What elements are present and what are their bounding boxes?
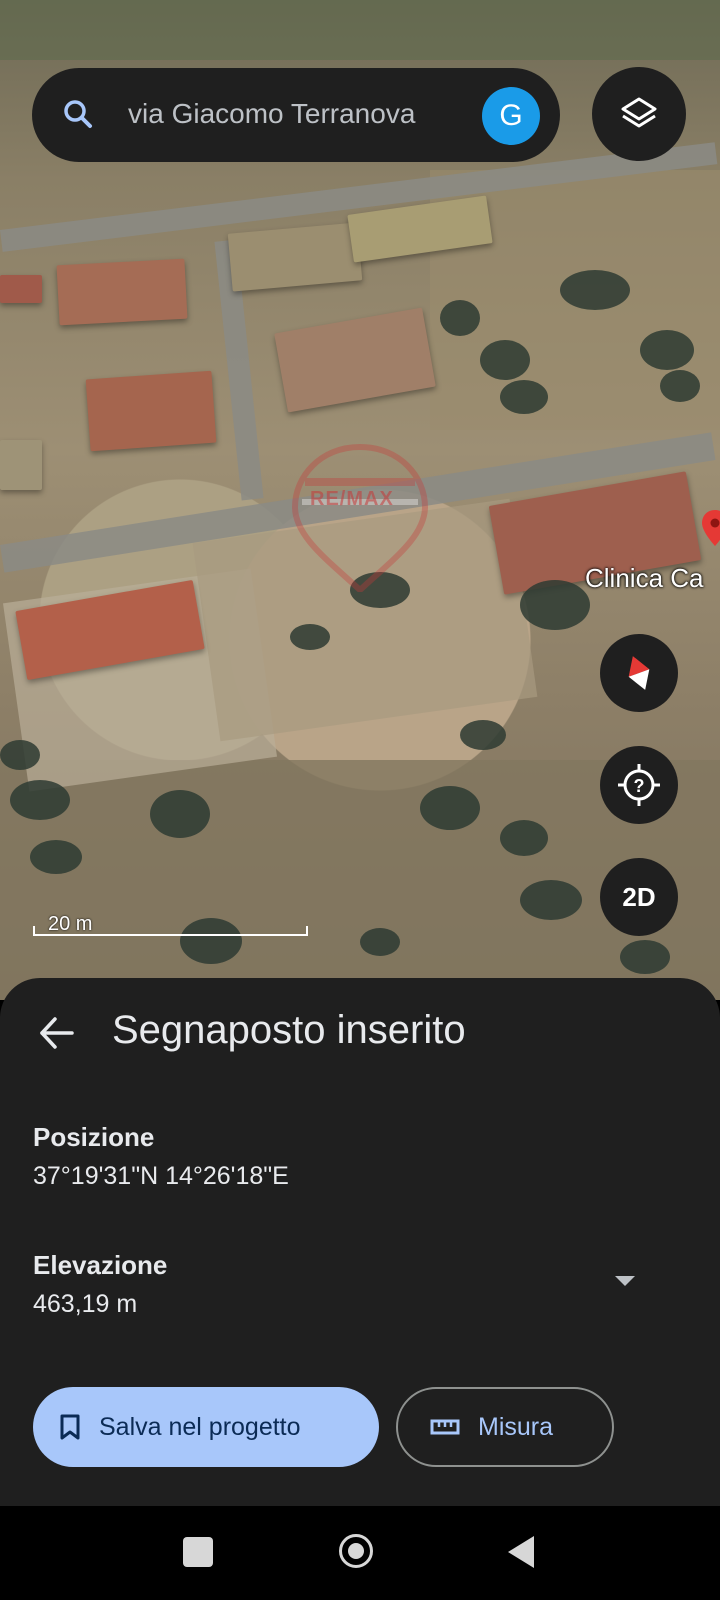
back-arrow-icon[interactable] [38,1014,76,1052]
remax-watermark-text: RE/MAX [310,488,394,510]
bookmark-icon [60,1414,80,1440]
account-avatar[interactable]: G [482,87,540,145]
compass-button[interactable] [600,634,678,712]
map-pin-icon[interactable] [702,510,720,546]
search-icon[interactable] [62,98,94,130]
home-button[interactable] [339,1534,373,1568]
ruler-icon [430,1419,460,1435]
save-to-project-button[interactable]: Salva nel progetto [33,1387,379,1467]
elevation-value: 463,19 m [33,1290,138,1318]
search-input[interactable]: via Giacomo Terranova [128,98,415,130]
elevation-label: Elevazione [33,1250,168,1280]
view-2d-button[interactable]: 2D [600,858,678,936]
sheet-title: Segnaposto inserito [112,1008,466,1052]
place-label[interactable]: Clinica Ca [585,563,704,594]
recents-button[interactable] [183,1537,213,1567]
scale-bar [33,926,308,936]
position-value: 37°19'31"N 14°26'18"E [33,1162,289,1190]
remax-watermark-icon [291,443,429,592]
locate-button[interactable]: ? [600,746,678,824]
locate-help-icon: ? [618,764,660,806]
svg-text:?: ? [634,776,645,796]
back-button[interactable] [508,1536,534,1568]
layers-button[interactable] [592,67,686,161]
expand-caret-icon[interactable] [615,1276,635,1286]
compass-icon [628,656,650,690]
save-to-project-label: Salva nel progetto [99,1412,301,1441]
position-label: Posizione [33,1122,155,1152]
layers-icon [621,97,657,128]
measure-label: Misura [478,1412,554,1441]
measure-button[interactable]: Misura [396,1387,614,1467]
